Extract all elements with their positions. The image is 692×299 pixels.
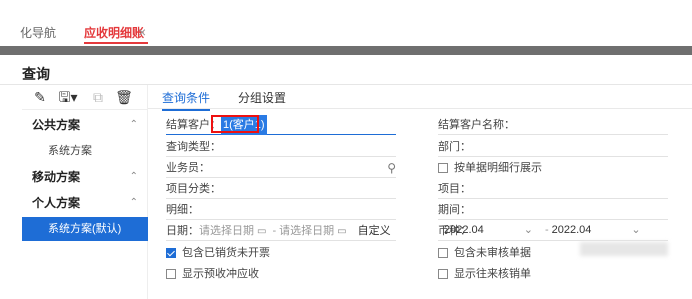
chevron-up-icon[interactable]: ⌃ (130, 165, 138, 189)
top-tab-bar: 化导航 应收明细账 × (0, 0, 692, 46)
close-icon[interactable]: × (138, 24, 146, 40)
department-field[interactable]: 部门： (438, 137, 668, 157)
edit-icon[interactable]: ✎ (30, 88, 50, 106)
period-field[interactable]: 期间：2022.04 ⌄ -2022.04 ⌄ (438, 200, 668, 236)
export-icon[interactable]: ⧉ (88, 88, 108, 106)
calendar-icon[interactable]: ▭ (257, 226, 266, 237)
calendar-icon[interactable]: ▭ (337, 226, 346, 237)
scheme-item-system-default[interactable]: 系统方案(默认) (22, 217, 148, 241)
include-unaudited-checkbox[interactable]: 包含未审核单据 (438, 244, 531, 262)
project-category-field[interactable]: 项目分类： (166, 179, 396, 199)
chevron-up-icon[interactable]: ⌃ (130, 113, 138, 137)
date-to-input[interactable]: 请选择日期 (279, 225, 334, 237)
checkbox[interactable] (166, 269, 176, 280)
detail-field[interactable]: 明细： (166, 200, 396, 220)
group-personal-scheme[interactable]: 个人方案 ⌃ (22, 191, 148, 215)
show-prepaid-offset-checkbox[interactable]: 显示预收冲应收 (166, 265, 259, 283)
dialog-title: 查询 (22, 66, 50, 82)
save-icon[interactable]: 🖫▾ (56, 88, 80, 106)
checkbox[interactable] (438, 248, 448, 259)
project-field[interactable]: 项目： (438, 179, 668, 199)
chevron-up-icon[interactable]: ⌃ (130, 191, 138, 215)
query-tabs: 查询条件 分组设置 (148, 85, 692, 111)
query-type-field[interactable]: 查询类型： (166, 137, 396, 157)
tab-group-settings[interactable]: 分组设置 (238, 89, 286, 106)
expand-by-doc-detail-checkbox[interactable]: 按单据明细行展示 (438, 159, 542, 177)
checkbox[interactable] (438, 163, 448, 174)
settle-customer-name-field[interactable]: 结算客户名称： (438, 115, 668, 135)
currency-field[interactable]: 币种： (438, 221, 668, 241)
toolbar-strip (0, 46, 692, 55)
blurred-region (580, 242, 668, 256)
scheme-panel: ✎ 🖫▾ ⧉ 🗑 公共方案 ⌃ 系统方案 移动方案 ⌃ 个人方案 ⌃ 系统方案(… (22, 85, 148, 299)
tab-navigation[interactable]: 化导航 (20, 23, 56, 44)
include-sold-uninvoiced-checkbox[interactable]: 包含已销货未开票 (166, 244, 270, 262)
scheme-toolbar: ✎ 🖫▾ ⧉ 🗑 (22, 85, 148, 110)
date-field[interactable]: 日期：请选择日期▭-请选择日期▭自定义⌄ (166, 221, 396, 258)
checkbox-checked[interactable] (166, 248, 176, 259)
settle-customer-field[interactable]: 结算客户： 1(客户1) (166, 115, 396, 135)
group-mobile-scheme[interactable]: 移动方案 ⌃ (22, 165, 148, 189)
highlight-box (211, 115, 259, 133)
tab-query-conditions[interactable]: 查询条件 (162, 89, 211, 111)
delete-icon[interactable]: 🗑 (114, 88, 134, 106)
scheme-item-system[interactable]: 系统方案 (22, 139, 148, 163)
salesperson-field[interactable]: 业务员： ⚲ (166, 158, 396, 178)
date-from-input[interactable]: 请选择日期 (199, 225, 254, 237)
show-contacts-verification-checkbox[interactable]: 显示往来核销单 (438, 265, 531, 283)
group-public-scheme[interactable]: 公共方案 ⌃ (22, 113, 148, 137)
checkbox[interactable] (438, 269, 448, 280)
query-panel: 查询条件 分组设置 结算客户： 1(客户1) 查询类型： 业务员： ⚲ 项目分类：… (148, 85, 692, 299)
date-custom-select[interactable]: 自定义 (358, 225, 391, 237)
search-icon[interactable]: ⚲ (387, 158, 396, 178)
